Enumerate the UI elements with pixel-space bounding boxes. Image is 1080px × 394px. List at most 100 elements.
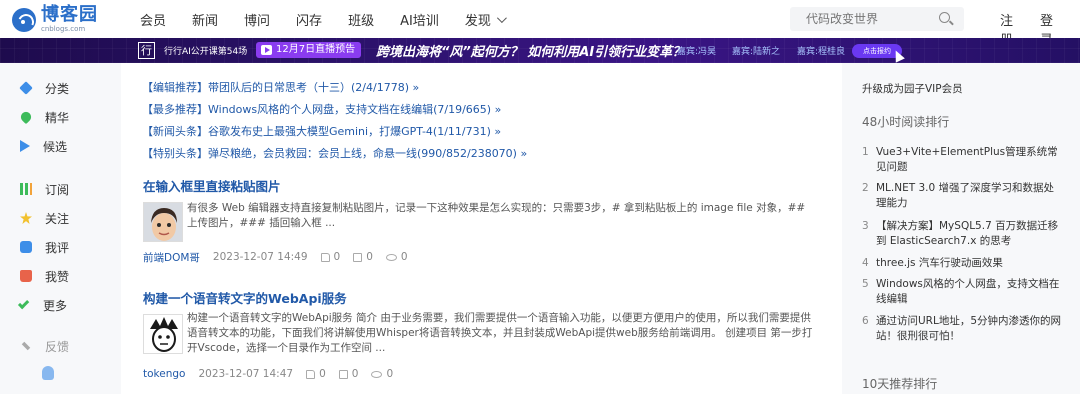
left-sidebar: 分类 精华 候选 订阅 关注 我评 我赞 更多 反馈 <box>0 63 121 394</box>
view-count: 0 <box>400 251 408 263</box>
nav-item-qa[interactable]: 博问 <box>244 10 270 29</box>
vip-link[interactable]: 升级成为园子VIP会员 <box>862 81 963 96</box>
digg-count: 0 <box>333 251 341 263</box>
sidebar-item-label: 更多 <box>43 298 68 313</box>
recommendation-link[interactable]: 【最多推荐】Windows风格的个人网盘，支持文档在线编辑(7/19/665) … <box>142 101 501 117</box>
sidebar-item-label: 我赞 <box>45 269 70 284</box>
comment-count: 0 <box>366 251 373 263</box>
post-title[interactable]: 在输入框里直接粘贴图片 <box>143 176 281 195</box>
right-sidebar: 升级成为园子VIP会员 48小时阅读排行 1 Vue3+Vite+ElementP… <box>842 63 1080 394</box>
banner-guest: 嘉宾:冯昊 <box>677 47 717 57</box>
post-author[interactable]: 前端DOM哥 <box>143 250 200 265</box>
post-date: 2023-12-07 14:47 <box>198 368 294 380</box>
post-title[interactable]: 构建一个语音转文字的WebApi服务 <box>143 288 347 307</box>
main-nav: 会员 新闻 博问 闪存 班级 AI培训 发现 <box>140 10 530 29</box>
sidebar-item-more[interactable]: 更多 <box>17 295 68 315</box>
sidebar-item-my-comments[interactable]: 我评 <box>20 237 69 257</box>
logo-icon <box>12 7 36 32</box>
post-summary: 构建一个语音转文字的WebApi服务 简介 由于业务需要，我们需要提供一个语音输… <box>187 312 813 354</box>
search-input[interactable] <box>806 12 936 26</box>
post-date: 2023-12-07 14:49 <box>212 251 308 263</box>
eye-icon <box>385 253 397 261</box>
chevron-down-icon <box>496 13 507 24</box>
nav-item-class[interactable]: 班级 <box>348 10 374 29</box>
play-icon <box>20 140 30 152</box>
author-avatar[interactable] <box>143 314 183 354</box>
rank-item-label: three.js 汽车行驶动画效果 <box>876 257 1003 269</box>
nav-item-flash[interactable]: 闪存 <box>296 10 322 29</box>
promo-banner[interactable]: 行 行行AI公开课第54场 12月7日直播预告 跨境出海将“风”起何方？ 如何利… <box>0 38 1080 63</box>
search-icon[interactable] <box>939 12 950 23</box>
rank-item[interactable]: 4 three.js 汽车行驶动画效果 <box>862 256 1062 271</box>
recommendation-link[interactable]: 【编辑推荐】带团队后的日常思考（十三）(2/4/1778) » <box>142 79 419 95</box>
top-header: 博客园 cnblogs.com 会员 新闻 博问 闪存 班级 AI培训 发现 注… <box>0 0 1080 48</box>
rank-item[interactable]: 3 【解决方案】MySQL5.7 百万数据迁移到 ElasticSearch7.x… <box>862 219 1062 249</box>
star-icon <box>20 212 32 224</box>
books-icon <box>20 183 32 195</box>
recommendation-link[interactable]: 【新闻头条】谷歌发布史上最强大模型Gemini，打爆GPT-4(1/11/731… <box>142 123 501 139</box>
view-count: 0 <box>386 368 394 380</box>
site-logo[interactable]: 博客园 cnblogs.com <box>12 6 98 33</box>
comment-icon[interactable] <box>353 252 363 262</box>
rank-item-label: Windows风格的个人网盘，支持文档在线编辑 <box>876 278 1060 305</box>
banner-guest: 嘉宾:陆新之 <box>732 47 781 57</box>
sidebar-item-follow[interactable]: 关注 <box>20 208 69 228</box>
sidebar-item-my-likes[interactable]: 我赞 <box>20 266 69 286</box>
category-icon <box>19 81 33 95</box>
cursor-icon <box>891 48 905 63</box>
sidebar-item-label: 我评 <box>45 240 70 255</box>
post-summary: 有很多 Web 编辑器支持直接复制粘贴图片，记录一下这种效果是怎么实现的：只需要… <box>187 202 806 229</box>
rank-section-title: 10天推荐排行 <box>862 377 938 391</box>
rank-item[interactable]: 5 Windows风格的个人网盘，支持文档在线编辑 <box>862 277 1062 307</box>
wrench-icon <box>21 341 31 351</box>
digg-count: 0 <box>319 368 326 380</box>
sidebar-item-featured[interactable]: 精华 <box>18 107 70 127</box>
nav-item-ai[interactable]: AI培训 <box>400 10 439 29</box>
search-box <box>790 7 964 31</box>
rank-item-label: Vue3+Vite+ElementPlus管理系统常见问题 <box>876 146 1058 173</box>
digg-icon[interactable] <box>320 252 330 262</box>
rank-item-label: ML.NET 3.0 增强了深度学习和数据处理能力 <box>876 182 1055 209</box>
logo-name: 博客园 <box>41 4 98 25</box>
sidebar-item-label: 精华 <box>45 110 70 125</box>
nav-discover-label: 发现 <box>464 14 491 29</box>
check-icon <box>17 297 30 310</box>
banner-live-badge: 12月7日直播预告 <box>256 42 362 58</box>
recommendation-link[interactable]: 【特别头条】弹尽粮绝，会员救园：会员上线，命悬一线(990/852/238070… <box>142 145 527 161</box>
thumbs-up-icon <box>20 270 32 282</box>
sidebar-item-label: 订阅 <box>45 182 70 197</box>
banner-badge: 行 <box>138 42 155 59</box>
sidebar-item-category[interactable]: 分类 <box>19 78 70 98</box>
sidebar-item-label: 分类 <box>45 81 70 96</box>
sidebar-item-feedback[interactable]: 反馈 <box>20 336 69 356</box>
nav-item-news[interactable]: 新闻 <box>192 10 218 29</box>
banner-guest: 嘉宾:程桂良 <box>797 47 846 57</box>
eye-icon <box>371 370 383 378</box>
sidebar-item-label: 候选 <box>43 139 68 154</box>
rank-item[interactable]: 1 Vue3+Vite+ElementPlus管理系统常见问题 <box>862 145 1062 175</box>
rank-item-label: 通过访问URL地址，5分钟内渗透你的网站！很刑很可怕！ <box>876 315 1062 342</box>
sidebar-item-subscribe[interactable]: 订阅 <box>20 179 69 199</box>
rank-item[interactable]: 6 通过访问URL地址，5分钟内渗透你的网站！很刑很可怕！ <box>862 314 1062 344</box>
comment-count: 0 <box>351 368 359 380</box>
digg-icon[interactable] <box>306 369 316 379</box>
main-content: 【编辑推荐】带团队后的日常思考（十三）(2/4/1778) » 【最多推荐】Wi… <box>121 63 841 394</box>
heart-icon <box>18 109 34 125</box>
lightbulb-icon[interactable] <box>42 366 54 380</box>
post-author[interactable]: tokengo <box>143 368 185 380</box>
nav-item-members[interactable]: 会员 <box>140 10 166 29</box>
rank-item[interactable]: 2 ML.NET 3.0 增强了深度学习和数据处理能力 <box>862 181 1062 211</box>
nav-item-discover[interactable]: 发现 <box>464 10 507 29</box>
author-avatar[interactable] <box>143 202 183 242</box>
comment-icon[interactable] <box>338 369 348 379</box>
sidebar-item-candidates[interactable]: 候选 <box>20 136 67 156</box>
rank-item-label: 【解决方案】MySQL5.7 百万数据迁移到 ElasticSearch7.x … <box>876 220 1059 247</box>
banner-series: 行行AI公开课第54场 <box>164 47 248 57</box>
post-meta: tokengo 2023-12-07 14:47 0 0 0 <box>143 367 406 381</box>
rank-section-title: 48小时阅读排行 <box>862 115 950 129</box>
banner-headline: 跨境出海将“风”起何方？ 如何利用AI引领行业变革？ <box>376 45 686 60</box>
post-meta: 前端DOM哥 2023-12-07 14:49 0 0 0 <box>143 250 421 264</box>
comment-icon <box>20 241 32 253</box>
sidebar-item-label: 关注 <box>45 211 70 226</box>
logo-domain: cnblogs.com <box>41 25 86 33</box>
